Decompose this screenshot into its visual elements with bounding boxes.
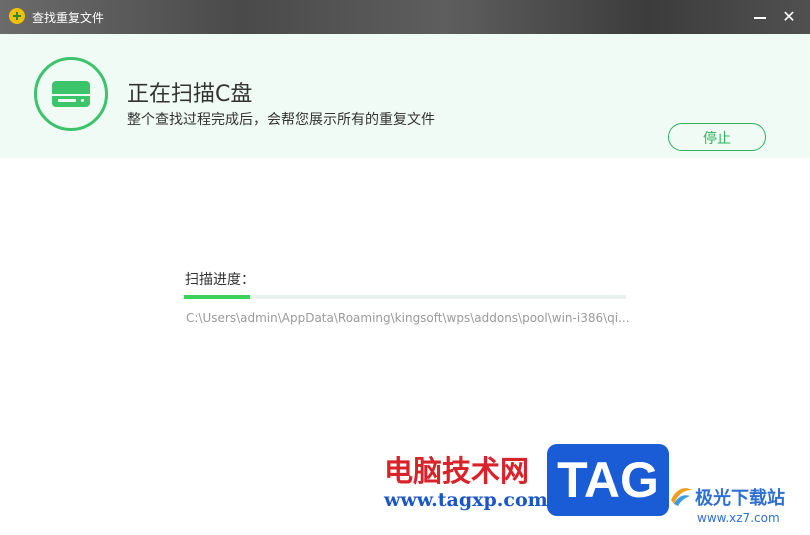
progress-bar (184, 295, 626, 299)
scan-title: 正在扫描C盘 (127, 82, 253, 107)
watermark-site2-url: www.xz7.com (697, 511, 780, 525)
watermark-tag-logo: TAG (547, 444, 669, 516)
current-path: C:\Users\admin\AppData\Roaming\kingsoft\… (186, 311, 630, 325)
close-button[interactable]: ✕ (779, 7, 799, 27)
watermark-site-name: 电脑技术网 (384, 454, 530, 488)
progress-label: 扫描进度： (185, 272, 255, 288)
window-title: 查找重复文件 (32, 11, 105, 25)
minimize-button[interactable] (750, 7, 770, 27)
disk-icon (34, 57, 108, 131)
scan-subtitle: 整个查找过程完成后，会帮您展示所有的重复文件 (127, 112, 435, 128)
aurora-logo-icon (671, 488, 692, 506)
app-logo-icon (9, 8, 25, 24)
scan-header: 正在扫描C盘 整个查找过程完成后，会帮您展示所有的重复文件 停止 (0, 34, 810, 158)
title-bar: 查找重复文件 ✕ (0, 0, 810, 34)
close-icon: ✕ (782, 7, 796, 26)
watermark-site-url: www.tagxp.com (384, 489, 548, 511)
progress-fill (184, 295, 251, 299)
minimize-icon (754, 17, 766, 19)
watermark-site2-name: 极光下载站 (695, 488, 785, 509)
stop-button[interactable]: 停止 (668, 123, 766, 151)
